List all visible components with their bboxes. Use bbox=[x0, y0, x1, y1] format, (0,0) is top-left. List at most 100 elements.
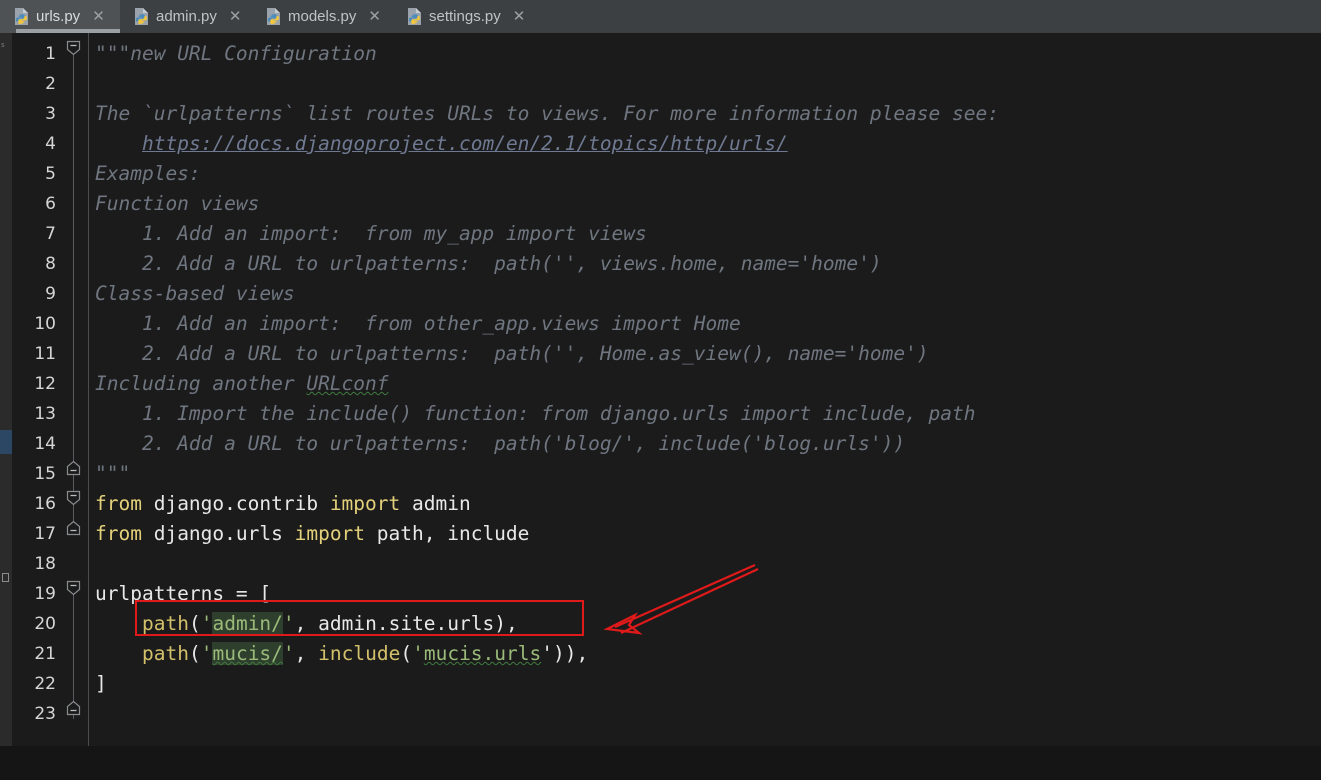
strip-letter-marker: s bbox=[1, 41, 5, 49]
token-docstring-body: 1. Add an import: from other_app.views i… bbox=[95, 312, 741, 335]
code-line-14[interactable]: 2. Add a URL to urlpatterns: path('blog/… bbox=[95, 429, 905, 459]
code-line-11[interactable]: 2. Add a URL to urlpatterns: path('', Ho… bbox=[95, 339, 929, 369]
variable-urlpatterns: urlpatterns bbox=[95, 582, 225, 605]
code-line-8[interactable]: 2. Add a URL to urlpatterns: path('', vi… bbox=[95, 249, 882, 279]
code-line-16[interactable]: from django.contrib import admin bbox=[95, 489, 471, 519]
line-number: 10 bbox=[34, 314, 56, 334]
line-number: 4 bbox=[45, 134, 56, 154]
code-line-4[interactable]: https://docs.djangoproject.com/en/2.1/to… bbox=[142, 129, 788, 159]
fold-start-icon[interactable] bbox=[66, 490, 81, 506]
tab-close-icon[interactable]: ✕ bbox=[92, 9, 105, 24]
fold-end-icon[interactable] bbox=[66, 520, 81, 536]
code-line-19[interactable]: urlpatterns = [ bbox=[95, 579, 271, 609]
line-number: 22 bbox=[34, 674, 56, 694]
fold-end-icon[interactable] bbox=[66, 460, 81, 476]
documentation-link[interactable]: https://docs.djangoproject.com/en/2.1/to… bbox=[142, 132, 788, 155]
editor-bottom-area bbox=[0, 746, 1321, 780]
code-line-22[interactable]: ] bbox=[95, 669, 107, 699]
line-number: 11 bbox=[34, 344, 56, 364]
line-number: 16 bbox=[34, 494, 56, 514]
code-line-15[interactable]: """ bbox=[95, 459, 130, 489]
token-docstring-body: 2. Add a URL to urlpatterns: path('', Ho… bbox=[95, 342, 929, 365]
imported-names-path-include: path, include bbox=[365, 522, 530, 545]
fold-end-icon[interactable] bbox=[66, 700, 81, 716]
tab-label: settings.py bbox=[429, 8, 501, 25]
token-docstring-body: 1. Import the include() function: from d… bbox=[95, 402, 976, 425]
code-line-1[interactable]: """new URL Configuration bbox=[95, 39, 377, 69]
paren-open: ( bbox=[188, 642, 201, 665]
paren-open: ( bbox=[188, 612, 201, 635]
code-line-9[interactable]: Class-based views bbox=[95, 279, 295, 309]
tab-admin-py[interactable]: admin.py ✕ bbox=[120, 0, 252, 33]
module-django-contrib: django.contrib bbox=[141, 492, 330, 515]
comma-separator: , bbox=[294, 642, 319, 665]
line-number: 13 bbox=[34, 404, 56, 424]
quote-close: ' bbox=[282, 612, 295, 635]
code-line-5[interactable]: Examples: bbox=[95, 159, 201, 189]
tab-settings-py[interactable]: settings.py ✕ bbox=[393, 0, 538, 33]
bracket-open: [ bbox=[259, 582, 272, 605]
line-number: 6 bbox=[45, 194, 56, 214]
quote-close: ' bbox=[282, 642, 295, 665]
token-docstring-body: 2. Add a URL to urlpatterns: path('blog/… bbox=[95, 432, 906, 455]
code-folding-gutter[interactable] bbox=[60, 33, 88, 780]
code-line-17[interactable]: from django.urls import path, include bbox=[95, 519, 529, 549]
code-block-bracket-marker[interactable] bbox=[2, 573, 9, 582]
code-text-surface[interactable]: """new URL Configuration The `urlpattern… bbox=[89, 33, 1321, 780]
string-mucis-slash: mucis/ bbox=[212, 642, 283, 665]
line-number: 2 bbox=[45, 74, 56, 94]
quote-open: ' bbox=[200, 642, 213, 665]
vcs-change-marker[interactable] bbox=[0, 430, 12, 454]
code-editor-window: urls.py ✕ admin.py ✕ models.py ✕ setting… bbox=[0, 0, 1321, 780]
tab-urls-py[interactable]: urls.py ✕ bbox=[0, 0, 120, 33]
code-line-12[interactable]: Including another URLconf bbox=[95, 369, 389, 399]
token-docstring-body: Class-based views bbox=[95, 282, 295, 305]
tab-label: models.py bbox=[288, 8, 357, 25]
code-editor-area[interactable]: s 1 2 3 4 5 6 7 8 9 10 11 12 13 14 15 16… bbox=[0, 33, 1321, 780]
tab-label: urls.py bbox=[36, 8, 81, 25]
tab-close-icon[interactable]: ✕ bbox=[513, 9, 526, 24]
code-line-20[interactable]: path('admin/', admin.site.urls), bbox=[142, 609, 518, 639]
python-file-icon bbox=[408, 8, 421, 25]
keyword-import: import bbox=[329, 492, 401, 515]
spellcheck-typo-urlconf: URLconf bbox=[306, 372, 389, 395]
line-number: 3 bbox=[45, 104, 56, 124]
keyword-from: from bbox=[95, 492, 142, 515]
function-include: include bbox=[318, 642, 401, 665]
function-path: path bbox=[142, 612, 189, 635]
tab-models-py[interactable]: models.py ✕ bbox=[252, 0, 393, 33]
tab-close-icon[interactable]: ✕ bbox=[229, 9, 242, 24]
closing-tail: ')), bbox=[541, 642, 589, 665]
string-mucis-urls: mucis.urls bbox=[423, 642, 542, 665]
code-line-10[interactable]: 1. Add an import: from other_app.views i… bbox=[95, 309, 741, 339]
bracket-close: ] bbox=[95, 672, 107, 695]
keyword-from: from bbox=[95, 522, 142, 545]
line-number: 8 bbox=[45, 254, 56, 274]
token-docstring-body: Including another bbox=[95, 372, 307, 395]
line-number: 21 bbox=[34, 644, 56, 664]
tab-label: admin.py bbox=[156, 8, 217, 25]
code-line-6[interactable]: Function views bbox=[95, 189, 259, 219]
fold-start-icon[interactable] bbox=[66, 40, 81, 56]
tab-close-icon[interactable]: ✕ bbox=[368, 9, 381, 24]
line-number: 14 bbox=[34, 434, 56, 454]
code-line-7[interactable]: 1. Add an import: from my_app import vie… bbox=[95, 219, 647, 249]
editor-marker-strip[interactable]: s bbox=[0, 33, 12, 780]
quote-open: ' bbox=[412, 642, 424, 665]
token-docstring-body: Examples: bbox=[95, 162, 201, 185]
token-docstring-body: Function views bbox=[95, 192, 260, 215]
imported-name-admin: admin bbox=[400, 492, 471, 515]
line-number: 18 bbox=[34, 554, 56, 574]
token-docstring-body: 2. Add a URL to urlpatterns: path('', vi… bbox=[95, 252, 882, 275]
arg-admin-site-urls: , admin.site.urls), bbox=[294, 612, 518, 635]
code-line-13[interactable]: 1. Import the include() function: from d… bbox=[95, 399, 976, 429]
function-path: path bbox=[142, 642, 189, 665]
line-number: 15 bbox=[34, 464, 56, 484]
line-number: 1 bbox=[45, 44, 56, 64]
code-line-21[interactable]: path('mucis/', include('mucis.urls')), bbox=[142, 639, 588, 669]
fold-start-icon[interactable] bbox=[66, 580, 81, 596]
code-line-3[interactable]: The `urlpatterns` list routes URLs to vi… bbox=[95, 99, 999, 129]
python-file-icon bbox=[15, 8, 28, 25]
module-django-urls: django.urls bbox=[141, 522, 295, 545]
line-number: 17 bbox=[34, 524, 56, 544]
